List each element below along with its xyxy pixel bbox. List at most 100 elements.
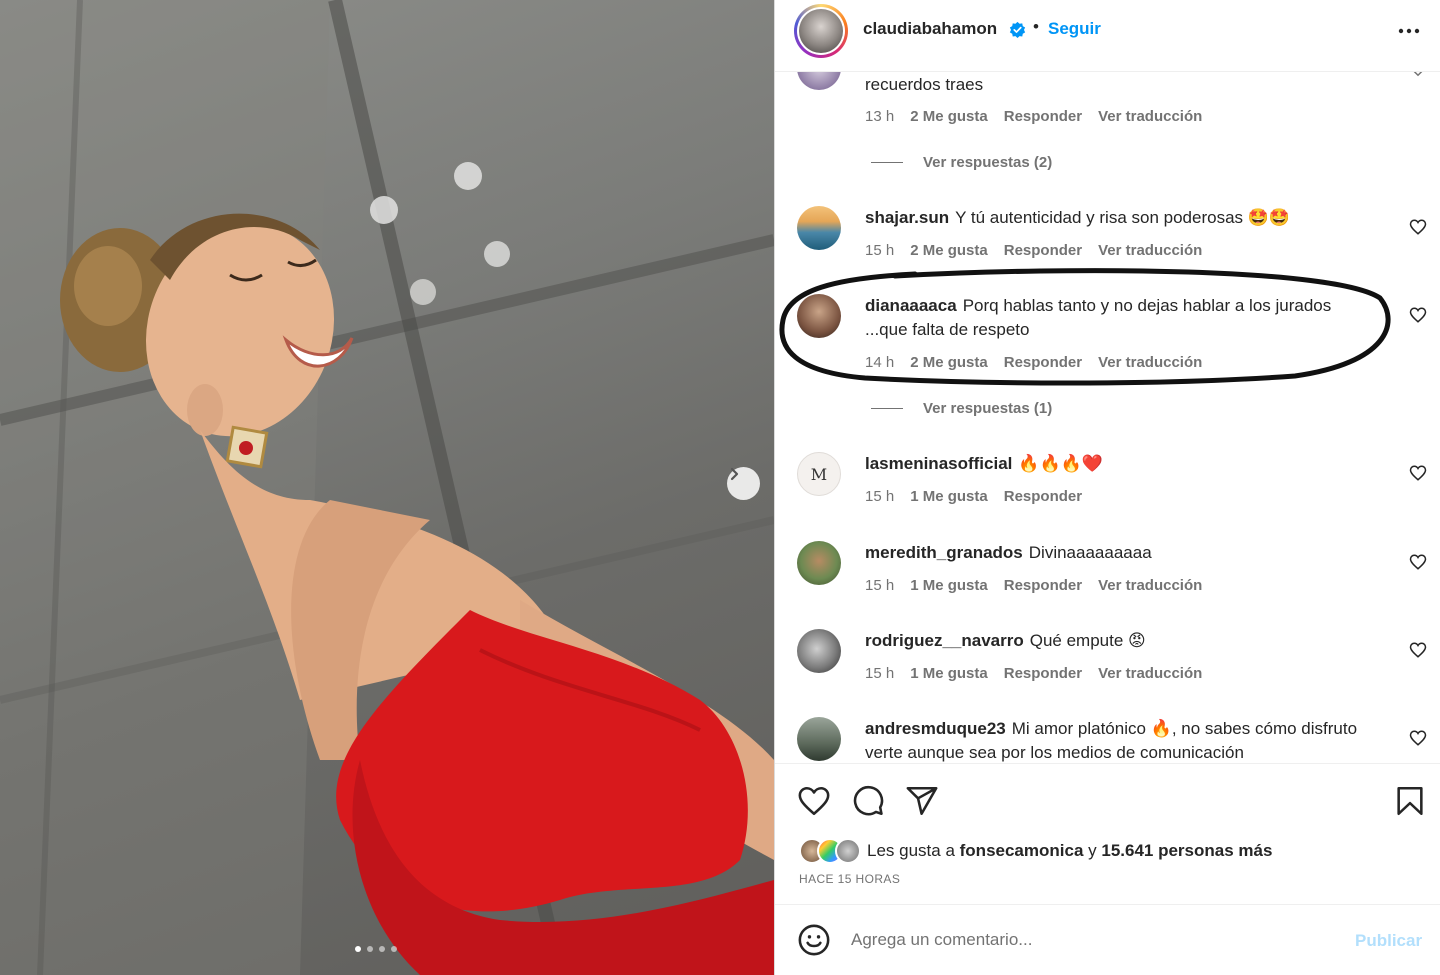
- comment-time: 15 h: [865, 488, 895, 505]
- publish-button[interactable]: Publicar: [1355, 931, 1422, 951]
- comment-text: lasmeninasofficial 🔥🔥🔥❤️: [865, 452, 1375, 476]
- post-header: claudiabahamon • Seguir: [775, 0, 1440, 72]
- comment-message: 🔥🔥🔥❤️: [1018, 454, 1104, 473]
- save-bookmark-icon[interactable]: [1393, 784, 1427, 818]
- view-replies-button[interactable]: Ver respuestas (1): [871, 400, 1052, 417]
- post-timestamp[interactable]: HACE 15 HORAS: [799, 872, 900, 886]
- comment-message: recuerdos traes: [865, 75, 984, 94]
- reply-button[interactable]: Responder: [1004, 665, 1082, 682]
- like-comment-heart-icon[interactable]: [1409, 218, 1427, 236]
- liker-avatar: [835, 838, 861, 864]
- comment-input[interactable]: [851, 925, 1331, 955]
- comment-avatar[interactable]: [797, 294, 841, 338]
- comment-username[interactable]: shajar.sun: [865, 208, 949, 227]
- like-heart-icon[interactable]: [797, 784, 831, 818]
- comment-avatar[interactable]: M: [797, 452, 841, 496]
- translate-button[interactable]: Ver traducción: [1098, 108, 1202, 125]
- comment-meta: 15 h 1 Me gusta Responder Ver traducción: [865, 665, 1202, 682]
- comment-time: 15 h: [865, 577, 895, 594]
- carousel-dot: [367, 946, 373, 952]
- comment-bubble-icon[interactable]: [851, 784, 885, 818]
- comment-likes[interactable]: 2 Me gusta: [910, 108, 988, 125]
- comment-username[interactable]: andresmduque23: [865, 719, 1006, 738]
- comment-time: 14 h: [865, 354, 895, 371]
- post-actions: Les gusta a fonsecamonica y 15.641 perso…: [775, 763, 1440, 904]
- like-comment-heart-icon[interactable]: [1409, 641, 1427, 659]
- reply-button[interactable]: Responder: [1004, 488, 1082, 505]
- comment-avatar[interactable]: [797, 541, 841, 585]
- likes-count[interactable]: 15.641 personas más: [1101, 841, 1272, 860]
- likes-connector: y: [1088, 841, 1097, 860]
- comment-avatar[interactable]: [797, 629, 841, 673]
- liker-username[interactable]: fonsecamonica: [960, 841, 1084, 860]
- chevron-down-icon[interactable]: [1409, 72, 1427, 82]
- comment-username[interactable]: meredith_granados: [865, 543, 1023, 562]
- likes-summary[interactable]: Les gusta a fonsecamonica y 15.641 perso…: [799, 838, 1272, 864]
- carousel-dot: [391, 946, 397, 952]
- likes-text: Les gusta a fonsecamonica y 15.641 perso…: [867, 841, 1272, 861]
- chevron-right-icon: [730, 467, 739, 481]
- like-comment-heart-icon[interactable]: [1409, 553, 1427, 571]
- comment-text: dianaaaaca Porq hablas tanto y no dejas h…: [865, 294, 1375, 342]
- comment-likes[interactable]: 1 Me gusta: [910, 665, 988, 682]
- verified-badge-icon: [1009, 21, 1026, 38]
- translate-button[interactable]: Ver traducción: [1098, 577, 1202, 594]
- comment-text: recuerdos traes: [865, 73, 1375, 97]
- view-replies-button[interactable]: Ver respuestas (2): [871, 154, 1052, 171]
- comment-time: 15 h: [865, 242, 895, 259]
- carousel-dot: [355, 946, 361, 952]
- comment-message: Divinaaaaaaaaa: [1028, 543, 1152, 562]
- reply-button[interactable]: Responder: [1004, 108, 1082, 125]
- comment-text: meredith_granados Divinaaaaaaaaa: [865, 541, 1375, 565]
- like-comment-heart-icon[interactable]: [1409, 464, 1427, 482]
- comment-avatar[interactable]: [797, 72, 841, 90]
- comment-meta: 15 h 2 Me gusta Responder Ver traducción: [865, 242, 1202, 259]
- follow-button[interactable]: Seguir: [1048, 19, 1101, 39]
- reply-button[interactable]: Responder: [1004, 354, 1082, 371]
- comment-meta: 14 h 2 Me gusta Responder Ver traducción: [865, 354, 1202, 371]
- likes-prefix: Les gusta a: [867, 841, 955, 860]
- comment-meta: 15 h 1 Me gusta Responder Ver traducción: [865, 577, 1202, 594]
- translate-button[interactable]: Ver traducción: [1098, 242, 1202, 259]
- comment-message: Qué empute 😡: [1029, 631, 1146, 650]
- header-separator: •: [1033, 17, 1039, 36]
- comment-likes[interactable]: 2 Me gusta: [910, 242, 988, 259]
- photo-illustration: [0, 0, 774, 975]
- comment-username[interactable]: lasmeninasofficial: [865, 454, 1012, 473]
- translate-button[interactable]: Ver traducción: [1098, 354, 1202, 371]
- comment-username[interactable]: dianaaaaca: [865, 296, 957, 315]
- comments-list[interactable]: recuerdos traes 13 h 2 Me gusta Responde…: [775, 72, 1440, 762]
- carousel-dot: [379, 946, 385, 952]
- more-options-icon[interactable]: [1397, 26, 1421, 36]
- comment-meta: 15 h 1 Me gusta Responder: [865, 488, 1082, 505]
- emoji-icon[interactable]: [797, 923, 831, 957]
- view-replies-label: Ver respuestas (1): [923, 400, 1053, 417]
- next-photo-button[interactable]: [727, 467, 760, 500]
- comment-time: 15 h: [865, 665, 895, 682]
- comment-likes[interactable]: 1 Me gusta: [910, 577, 988, 594]
- comment-message: Y tú autenticidad y risa son poderosas 🤩…: [955, 208, 1291, 227]
- carousel-dots: [355, 946, 397, 952]
- post-photo: [0, 0, 774, 975]
- comment-meta: 13 h 2 Me gusta Responder Ver traducción: [865, 108, 1202, 125]
- comment-text: rodriguez__navarro Qué empute 😡: [865, 629, 1375, 653]
- comment-username[interactable]: rodriguez__navarro: [865, 631, 1024, 650]
- comment-likes[interactable]: 1 Me gusta: [910, 488, 988, 505]
- comment-composer: Publicar: [775, 904, 1440, 975]
- reply-button[interactable]: Responder: [1004, 242, 1082, 259]
- translate-button[interactable]: Ver traducción: [1098, 665, 1202, 682]
- share-paper-plane-icon[interactable]: [905, 784, 939, 818]
- like-comment-heart-icon[interactable]: [1409, 729, 1427, 747]
- comment-time: 13 h: [865, 108, 895, 125]
- comment-text: andresmduque23 Mi amor platónico 🔥, no sa…: [865, 717, 1375, 762]
- comment-likes[interactable]: 2 Me gusta: [910, 354, 988, 371]
- like-comment-heart-icon[interactable]: [1409, 306, 1427, 324]
- view-replies-label: Ver respuestas (2): [923, 154, 1053, 171]
- reply-button[interactable]: Responder: [1004, 577, 1082, 594]
- author-username[interactable]: claudiabahamon: [863, 19, 997, 39]
- author-avatar[interactable]: [794, 4, 848, 58]
- comment-avatar[interactable]: [797, 206, 841, 250]
- comment-avatar[interactable]: [797, 717, 841, 761]
- post-sidebar: claudiabahamon • Seguir recuerdos traes …: [774, 0, 1440, 975]
- comment-text: shajar.sun Y tú autenticidad y risa son p…: [865, 206, 1375, 230]
